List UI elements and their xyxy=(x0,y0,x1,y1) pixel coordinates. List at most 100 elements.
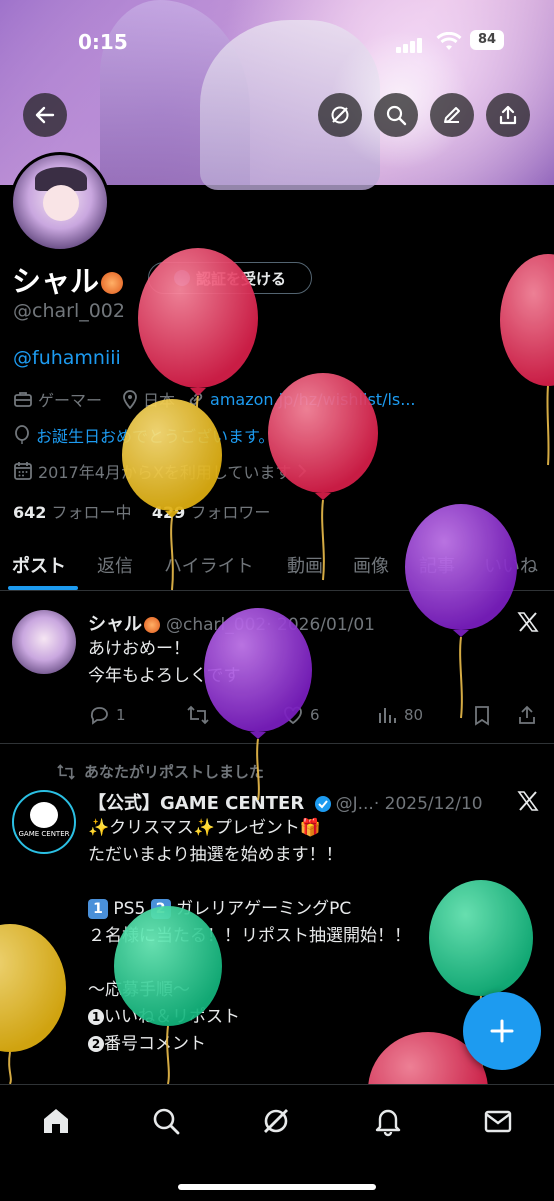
post-text-line: ただいまより抽選を始めます！！ xyxy=(88,845,343,865)
tab-likes[interactable]: いいね xyxy=(484,552,538,578)
step-2: 番号コメント xyxy=(104,1034,206,1054)
followers-link[interactable]: 429 フォロワー xyxy=(152,503,271,522)
profile-avatar[interactable] xyxy=(10,152,110,252)
pencil-icon xyxy=(444,107,460,123)
circled-one-icon: 1 xyxy=(88,1009,104,1025)
nav-notifications[interactable] xyxy=(370,1103,406,1139)
battery-icon: 84 xyxy=(470,30,504,50)
bookmark-button[interactable] xyxy=(472,704,498,726)
compose-post-button[interactable] xyxy=(463,992,541,1070)
share-button[interactable] xyxy=(486,93,530,137)
following-label: フォロー中 xyxy=(51,503,132,522)
post-author[interactable]: 【公式】GAME CENTER xyxy=(88,793,304,814)
get-verified-label: 認証を受ける xyxy=(195,269,286,288)
nav-home[interactable] xyxy=(38,1103,74,1139)
nav-search[interactable] xyxy=(148,1103,184,1139)
profile-website[interactable]: amazon.jp/hz/wishlist/ls... xyxy=(210,390,415,409)
post-text-line: 2 番号コメント xyxy=(88,1031,411,1058)
post-text-line: 1 PS5 2 ガレリアゲーミングPC xyxy=(88,896,411,923)
profile-category: ゲーマー xyxy=(38,391,103,410)
get-verified-button[interactable]: 認証を受ける xyxy=(148,262,312,294)
calendar-icon xyxy=(14,462,32,480)
avatar-caption: GAME CENTER xyxy=(18,830,70,838)
followers-count: 429 xyxy=(151,503,186,522)
post-text-line: 今年もよろしくです xyxy=(88,666,241,686)
step-1: いいね＆リポスト xyxy=(104,1007,240,1027)
circled-two-icon: 2 xyxy=(88,1036,104,1052)
like-button[interactable]: 6 xyxy=(282,704,320,726)
reply-count: 1 xyxy=(116,706,126,724)
reply-button[interactable]: 1 xyxy=(88,704,126,726)
post-avatar[interactable] xyxy=(12,610,76,674)
tab-articles[interactable]: 記事 xyxy=(419,552,455,578)
keycap-one-icon: 1 xyxy=(88,899,108,919)
repost-button[interactable] xyxy=(186,704,216,726)
heart-icon xyxy=(284,706,302,725)
tab-images[interactable]: 画像 xyxy=(353,552,389,578)
chevron-right-icon xyxy=(298,464,307,478)
post-avatar[interactable]: GAME CENTER xyxy=(12,790,76,854)
profile-bio-mention[interactable]: @fuhamniii xyxy=(13,347,121,369)
clock: 0:15 xyxy=(78,30,128,54)
verified-badge-icon xyxy=(173,270,190,286)
share-icon xyxy=(519,705,535,724)
profile-handle: @charl_002 xyxy=(13,300,125,322)
prize-2: ガレリアゲーミングPC xyxy=(176,899,352,919)
views-button[interactable]: 80 xyxy=(376,704,423,726)
post-date: · 2026/01/01 xyxy=(266,615,375,635)
avatar-art xyxy=(43,185,79,221)
wifi-icon xyxy=(436,32,462,50)
profile-location: 日本 xyxy=(143,391,176,410)
grok-button[interactable] xyxy=(318,93,362,137)
post-handle: @J... xyxy=(335,794,374,814)
follow-stats: 642 フォロー中 429 フォロワー xyxy=(13,499,270,523)
x-logo-icon[interactable] xyxy=(516,789,540,813)
back-button[interactable] xyxy=(23,93,67,137)
profile-tabs: ポスト 返信 ハイライト 動画 画像 記事 いいね xyxy=(0,540,554,591)
nav-grok[interactable] xyxy=(258,1103,294,1139)
balloon-yellow xyxy=(0,924,66,1052)
x-logo-icon[interactable] xyxy=(516,610,540,634)
tab-posts[interactable]: ポスト xyxy=(12,552,66,578)
post-header: 【公式】GAME CENTER @J...· 2025/12/10 xyxy=(88,789,483,815)
link-icon xyxy=(189,392,203,406)
view-count: 80 xyxy=(404,706,424,724)
signal-icon xyxy=(396,34,424,53)
profile-birthday[interactable]: お誕生日おめでとうございます。 xyxy=(36,423,274,447)
display-name: シャル xyxy=(12,264,100,298)
following-link[interactable]: 642 フォロー中 xyxy=(13,503,132,522)
profile-joined-row[interactable]: 2017年4月からXを利用しています xyxy=(13,459,312,483)
nav-messages[interactable] xyxy=(480,1103,516,1139)
mail-icon xyxy=(484,1110,512,1133)
tab-videos[interactable]: 動画 xyxy=(287,552,323,578)
post-text-line: ２名様に当たる！！リポスト抽選開始！！ xyxy=(88,926,411,946)
profile-meta-row: ゲーマー 日本 amazon.jp/hz/wishlist/ls... xyxy=(13,387,416,411)
active-tab-indicator xyxy=(8,586,78,590)
post-text-line: 〜応募手順〜 xyxy=(88,980,190,1000)
profile-name: シャル xyxy=(12,258,124,300)
post-date: · 2025/12/10 xyxy=(373,794,483,814)
tab-highlights[interactable]: ハイライト xyxy=(164,552,254,578)
bar-chart-icon xyxy=(379,708,396,723)
tab-replies[interactable]: 返信 xyxy=(97,552,133,578)
post-header: シャル @charl_002· 2026/01/01 xyxy=(88,610,375,636)
following-count: 642 xyxy=(13,503,47,522)
repost-icon xyxy=(187,705,209,725)
post-handle: @charl_002 xyxy=(166,615,267,635)
status-bar: 0:15 84 xyxy=(0,22,554,62)
repost-notice-text: あなたがリポストしました xyxy=(84,763,265,781)
balloon-yellow xyxy=(122,399,222,511)
like-count: 6 xyxy=(310,706,320,724)
edit-button[interactable] xyxy=(430,93,474,137)
location-pin-icon xyxy=(123,390,137,409)
arrow-left-icon xyxy=(35,106,55,124)
search-icon xyxy=(386,105,407,126)
search-button[interactable] xyxy=(374,93,418,137)
post-author[interactable]: シャル xyxy=(88,614,142,635)
balloon-green xyxy=(429,880,533,996)
followers-label: フォロワー xyxy=(190,503,271,522)
reply-icon xyxy=(90,707,108,725)
share-post-button[interactable] xyxy=(516,704,544,726)
orange-emoji-icon xyxy=(144,617,160,633)
bookmark-icon xyxy=(475,706,489,726)
